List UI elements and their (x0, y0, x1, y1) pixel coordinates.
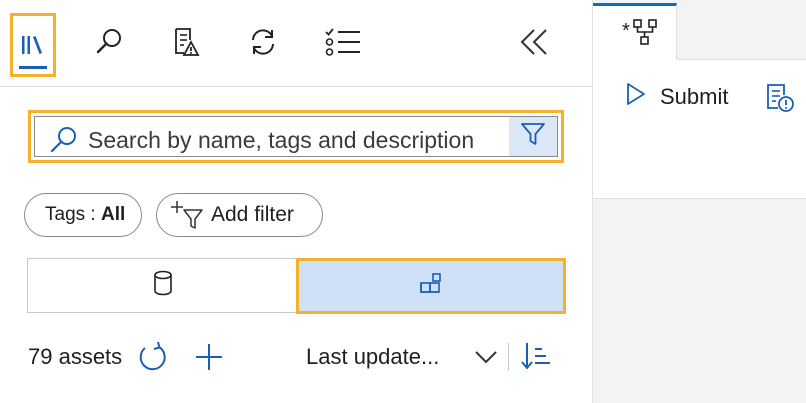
pipeline-editor-pane: * Submit (593, 0, 806, 403)
grid-view-toggle[interactable] (296, 258, 566, 314)
tab-pipeline-draft[interactable]: * (593, 3, 677, 60)
pipeline-icon (633, 18, 659, 51)
submit-button[interactable]: Submit (626, 82, 728, 111)
grid-icon (419, 272, 443, 301)
search-input[interactable]: Search by name, tags and description (88, 127, 474, 154)
play-icon (626, 82, 646, 111)
document-warning-button[interactable] (163, 14, 209, 70)
sort-direction-icon[interactable] (520, 341, 552, 376)
toolbar-divider (0, 86, 592, 87)
pipeline-canvas[interactable] (593, 198, 806, 403)
search-icon (49, 126, 79, 159)
tags-filter-value: All (100, 204, 126, 225)
unsaved-marker: * (622, 20, 630, 42)
checklist-icon (324, 26, 362, 58)
submit-label: Submit (660, 83, 729, 109)
active-tab-indicator (19, 66, 47, 69)
asset-search-box[interactable]: Search by name, tags and description (28, 110, 564, 163)
database-icon (152, 270, 174, 301)
job-detail-icon[interactable] (765, 83, 795, 118)
document-warning-icon (171, 26, 201, 58)
refresh-toolbar-button[interactable] (240, 14, 286, 70)
search-filter-button[interactable] (509, 117, 557, 156)
tags-filter-pill[interactable]: Tags : All (24, 193, 142, 237)
library-tab-button[interactable] (10, 13, 56, 77)
editor-tab-strip: * (593, 0, 806, 60)
asset-library-pane: Search by name, tags and description Tag… (0, 0, 592, 403)
sort-separator (508, 343, 509, 371)
refresh-icon (247, 26, 279, 58)
checklist-toolbar-button[interactable] (320, 14, 366, 70)
tags-filter-label: Tags : (45, 204, 101, 225)
search-input-frame[interactable]: Search by name, tags and description (34, 116, 558, 157)
filter-icon (520, 121, 546, 152)
editor-command-bar (593, 60, 806, 198)
add-filter-label: Add filter (211, 203, 294, 226)
datastore-view-toggle[interactable] (27, 258, 299, 313)
add-filter-button[interactable]: Add filter (156, 193, 323, 237)
search-toolbar-button[interactable] (86, 14, 132, 70)
library-icon (20, 33, 46, 57)
search-icon (94, 27, 124, 57)
add-asset-icon[interactable] (194, 342, 224, 377)
collapse-icon (518, 27, 552, 57)
assets-count: 79 assets (28, 344, 123, 369)
add-filter-icon (171, 200, 205, 230)
chevron-down-icon[interactable] (474, 349, 498, 370)
sort-dropdown[interactable]: Last update... (306, 344, 439, 370)
collapse-pane-button[interactable] (512, 14, 558, 70)
refresh-assets-icon[interactable] (137, 341, 169, 378)
